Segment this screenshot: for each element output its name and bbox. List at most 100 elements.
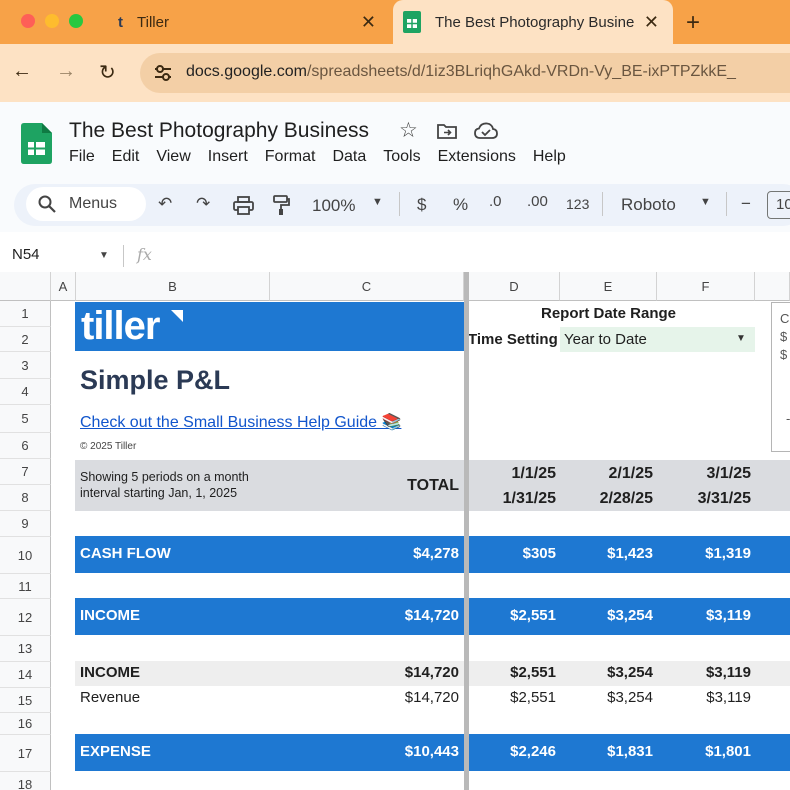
minimize-window-button[interactable]: [45, 14, 59, 28]
undo-icon[interactable]: ↶: [158, 194, 172, 214]
redo-icon[interactable]: ↷: [196, 194, 210, 214]
row-header-16[interactable]: 16: [0, 713, 51, 735]
formula-input[interactable]: [160, 240, 790, 270]
decrease-font-size-button[interactable]: −: [741, 194, 751, 214]
menu-insert[interactable]: Insert: [208, 148, 248, 166]
increase-decimal-button[interactable]: .00: [527, 193, 548, 210]
name-box[interactable]: N54: [12, 246, 40, 263]
new-tab-button[interactable]: +: [686, 9, 700, 37]
font-chevron-down-icon[interactable]: ▼: [700, 196, 711, 208]
format-percent-button[interactable]: %: [453, 195, 468, 215]
row-header-9[interactable]: 9: [0, 511, 51, 537]
maximize-window-button[interactable]: [69, 14, 83, 28]
toolbar: Menus ↶ ↷ 100% ▼ $ % .0 .00 123 Roboto ▼…: [0, 180, 790, 232]
font-select[interactable]: Roboto: [621, 195, 676, 215]
tiller-favicon-icon: t: [118, 13, 123, 31]
row-header-3[interactable]: 3: [0, 352, 51, 379]
column-header-c[interactable]: C: [270, 272, 464, 301]
column-header-d[interactable]: D: [469, 272, 560, 301]
toolbar-divider: [602, 192, 603, 216]
menu-extensions[interactable]: Extensions: [438, 148, 516, 166]
period-start: 1/1/25: [511, 465, 556, 482]
browser-tab-strip: t Tiller ✕ The Best Photography Busine ✕…: [0, 0, 790, 44]
select-all-corner[interactable]: [0, 272, 51, 301]
help-guide-link[interactable]: Check out the Small Business Help Guide …: [80, 412, 401, 432]
menu-tools[interactable]: Tools: [383, 148, 420, 166]
column-header-a[interactable]: A: [51, 272, 76, 301]
zoom-chevron-down-icon[interactable]: ▼: [372, 196, 383, 208]
document-title[interactable]: The Best Photography Business: [69, 119, 369, 143]
row-header-4[interactable]: 4: [0, 379, 51, 405]
reload-icon[interactable]: ↻: [99, 60, 116, 85]
forward-arrow-icon[interactable]: →: [56, 60, 76, 83]
cash-flow-value: $1,423: [607, 545, 653, 562]
format-currency-button[interactable]: $: [417, 195, 426, 215]
income-group-value: $3,119: [705, 664, 751, 681]
tab-tiller[interactable]: t Tiller ✕: [104, 0, 390, 44]
row-header-13[interactable]: 13: [0, 636, 51, 662]
column-header-g[interactable]: [755, 272, 790, 301]
menu-format[interactable]: Format: [265, 148, 316, 166]
time-setting-value: Year to Date: [564, 331, 647, 348]
more-formats-button[interactable]: 123: [566, 196, 589, 212]
toolbar-divider: [726, 192, 727, 216]
column-header-f[interactable]: F: [657, 272, 755, 301]
decrease-decimal-button[interactable]: .0: [489, 193, 502, 210]
font-size-field[interactable]: 10: [767, 191, 790, 219]
period-start: 3/1/25: [706, 465, 751, 482]
side-box-line: $: [780, 329, 788, 344]
menu-file[interactable]: File: [69, 148, 95, 166]
menu-view[interactable]: View: [156, 148, 190, 166]
period-end: 2/28/25: [599, 490, 653, 507]
row-header-11[interactable]: 11: [0, 574, 51, 599]
revenue-value: $3,119: [706, 689, 751, 706]
cash-flow-value: $305: [522, 545, 556, 562]
time-setting-dropdown[interactable]: Year to Date ▼: [560, 327, 755, 352]
row-header-14[interactable]: 14: [0, 662, 51, 688]
zoom-select[interactable]: 100%: [312, 196, 355, 216]
sheets-logo-icon[interactable]: [21, 123, 52, 164]
period-start: 2/1/25: [608, 465, 653, 482]
side-box-line: $: [780, 347, 788, 362]
row-header-18[interactable]: 18: [0, 772, 51, 790]
column-header-b[interactable]: B: [76, 272, 270, 301]
row-header-7[interactable]: 7: [0, 459, 51, 485]
name-box-chevron-down-icon[interactable]: ▼: [99, 250, 109, 261]
row-header-12[interactable]: 12: [0, 599, 51, 636]
tab-spreadsheet[interactable]: The Best Photography Busine ✕: [393, 0, 673, 44]
expense-value: $1,801: [705, 743, 751, 760]
paint-format-icon[interactable]: [273, 195, 290, 216]
total-column-header: TOTAL: [407, 477, 459, 494]
income-value: $3,119: [705, 607, 751, 624]
cash-flow-label: CASH FLOW: [80, 545, 171, 562]
row-header-8[interactable]: 8: [0, 485, 51, 511]
freeze-divider[interactable]: [464, 272, 469, 790]
back-arrow-icon[interactable]: ←: [12, 60, 32, 83]
cloud-saved-icon[interactable]: [474, 122, 498, 140]
url-field[interactable]: docs.google.com/spreadsheets/d/1iz3BLriq…: [140, 53, 790, 93]
menu-data[interactable]: Data: [332, 148, 366, 166]
close-window-button[interactable]: [21, 14, 35, 28]
side-box-line: C: [780, 311, 790, 326]
row-header-10[interactable]: 10: [0, 537, 51, 574]
move-folder-icon[interactable]: [437, 122, 457, 140]
star-icon[interactable]: ☆: [399, 118, 418, 143]
menu-edit[interactable]: Edit: [112, 148, 140, 166]
row-header-17[interactable]: 17: [0, 735, 51, 772]
row-header-15[interactable]: 15: [0, 688, 51, 713]
column-header-e[interactable]: E: [560, 272, 657, 301]
docs-header: The Best Photography Business ☆ File Edi…: [0, 102, 790, 180]
menu-help[interactable]: Help: [533, 148, 566, 166]
site-settings-icon[interactable]: [153, 64, 173, 82]
summary-side-box: C $ $ -: [771, 302, 790, 452]
row-header-2[interactable]: 2: [0, 327, 51, 352]
report-title: Simple P&L: [80, 365, 231, 395]
period-end: 1/31/25: [502, 490, 556, 507]
search-menus-button[interactable]: Menus: [26, 187, 146, 221]
print-icon[interactable]: [233, 196, 254, 215]
row-header-6[interactable]: 6: [0, 433, 51, 459]
row-header-1[interactable]: 1: [0, 301, 51, 327]
row-header-5[interactable]: 5: [0, 405, 51, 433]
close-tab-icon[interactable]: ✕: [361, 12, 376, 33]
close-tab-icon[interactable]: ✕: [644, 12, 659, 33]
